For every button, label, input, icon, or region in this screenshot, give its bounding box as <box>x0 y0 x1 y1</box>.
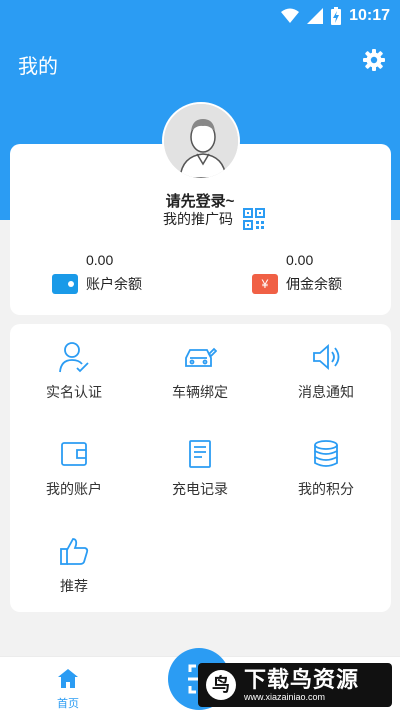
status-time: 10:17 <box>349 7 390 24</box>
menu-item-label: 消息通知 <box>298 384 354 400</box>
menu-item-charge-records[interactable]: 充电记录 <box>140 437 260 517</box>
menu-item-car-bind[interactable]: 车辆绑定 <box>140 340 260 420</box>
id-verify-icon <box>59 342 89 373</box>
thumbs-up-icon <box>60 538 89 565</box>
menu-item-notifications[interactable]: 消息通知 <box>266 340 386 420</box>
menu-item-label: 我的账户 <box>46 481 102 497</box>
menu-item-id-verify[interactable]: 实名认证 <box>14 340 134 420</box>
status-bar: 10:17 <box>0 0 400 32</box>
watermark-text: 下载鸟资源 www.xiazainiao.com <box>244 666 360 703</box>
watermark-url: www.xiazainiao.com <box>244 691 326 702</box>
avatar[interactable] <box>162 102 240 180</box>
promo-code-row[interactable]: 我的推广码 <box>163 208 265 230</box>
menu-item-points[interactable]: 我的积分 <box>266 437 386 517</box>
signal-icon <box>307 8 324 24</box>
yen-icon: ¥ <box>252 274 278 294</box>
wifi-icon <box>281 8 300 23</box>
qr-code-icon[interactable] <box>243 208 265 230</box>
page-title: 我的 <box>18 56 58 78</box>
nav-home[interactable]: 首页 <box>48 667 88 711</box>
menu-item-label: 充电记录 <box>172 481 228 497</box>
watermark-title: 下载鸟资源 <box>244 666 360 692</box>
menu-item-label: 我的积分 <box>298 481 354 497</box>
settings-button[interactable] <box>362 48 386 72</box>
gear-icon <box>363 49 385 71</box>
account-balance-amount: 0.00 <box>86 252 114 268</box>
watermark: 鸟 下载鸟资源 www.xiazainiao.com <box>198 663 392 707</box>
wallet-icon <box>52 274 78 294</box>
watermark-logo: 鸟 <box>206 670 236 700</box>
nav-home-label: 首页 <box>57 698 79 710</box>
commission-balance-amount: 0.00 <box>286 252 314 268</box>
wallet-icon <box>61 442 87 466</box>
menu-item-label: 实名认证 <box>46 384 102 400</box>
menu-item-label: 推荐 <box>60 578 88 594</box>
menu-item-my-account[interactable]: 我的账户 <box>14 437 134 517</box>
coins-icon <box>314 440 338 467</box>
menu-item-label: 车辆绑定 <box>172 384 228 400</box>
commission-balance[interactable]: 0.00 ¥ 佣金余额 <box>252 252 392 294</box>
account-balance[interactable]: 0.00 账户余额 <box>52 252 192 294</box>
promo-code-label: 我的推广码 <box>163 211 233 227</box>
account-balance-label: 账户余额 <box>86 276 142 292</box>
home-icon <box>58 669 78 688</box>
commission-balance-label: 佣金余额 <box>286 276 342 292</box>
menu-item-recommend[interactable]: 推荐 <box>14 534 134 614</box>
speaker-icon <box>313 344 340 370</box>
record-icon <box>189 440 211 468</box>
battery-charging-icon <box>331 7 342 25</box>
car-bind-icon <box>185 347 217 367</box>
status-icons: 10:17 <box>281 6 390 26</box>
